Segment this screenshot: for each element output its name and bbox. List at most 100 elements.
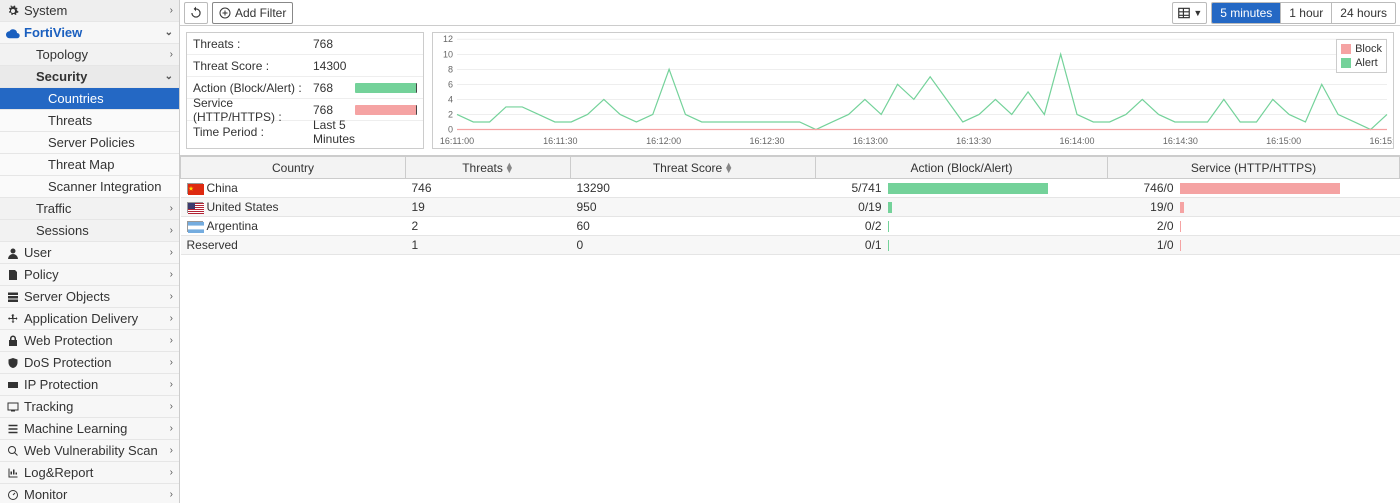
blank-icon: [30, 136, 44, 150]
nav-label: FortiView: [24, 25, 165, 40]
threats-cell: 1: [406, 236, 571, 255]
column-header[interactable]: Threat Score▲▼: [571, 157, 816, 179]
nav-item-web-protection[interactable]: Web Protection›: [0, 330, 179, 352]
chevron-right-icon: ›: [170, 467, 173, 478]
nav-item-system[interactable]: System›: [0, 0, 179, 22]
time-option-1-hour[interactable]: 1 hour: [1280, 3, 1331, 23]
table-row[interactable]: Reserved100/11/0: [181, 236, 1400, 255]
column-header[interactable]: Threats▲▼: [406, 157, 571, 179]
service-cell: 2/0: [1114, 219, 1394, 233]
nav-label: Scanner Integration: [48, 179, 173, 194]
nav-item-security[interactable]: Security⌄: [0, 66, 179, 88]
blank-icon: [30, 158, 44, 172]
nav-label: Threats: [48, 113, 173, 128]
cloud-icon: [6, 26, 20, 40]
policy-icon: [6, 268, 20, 282]
time-option-5-minutes[interactable]: 5 minutes: [1212, 3, 1280, 23]
svg-text:16:13:00: 16:13:00: [853, 136, 888, 146]
column-header[interactable]: Service (HTTP/HTTPS): [1108, 157, 1400, 179]
flag-icon-cn: [187, 183, 203, 194]
nav-item-threats[interactable]: Threats: [0, 110, 179, 132]
nav-item-server-objects[interactable]: Server Objects›: [0, 286, 179, 308]
add-filter-button[interactable]: Add Filter: [212, 2, 293, 24]
nav-item-traffic[interactable]: Traffic›: [0, 198, 179, 220]
sort-icon: ▲▼: [505, 163, 514, 173]
time-range-selector: 5 minutes1 hour24 hours: [1211, 2, 1396, 24]
table-row[interactable]: Argentina2600/22/0: [181, 217, 1400, 236]
summary-value: 768: [313, 81, 351, 95]
sort-icon: ▲▼: [724, 163, 733, 173]
nav-item-topology[interactable]: Topology›: [0, 44, 179, 66]
nav-label: Web Protection: [24, 333, 170, 348]
nav-label: Security: [36, 69, 165, 84]
column-label: Country: [272, 161, 314, 175]
nav-item-fortiview[interactable]: FortiView⌄: [0, 22, 179, 44]
nav-label: Log&Report: [24, 465, 170, 480]
nav-item-threat-map[interactable]: Threat Map: [0, 154, 179, 176]
svg-text:0: 0: [448, 124, 453, 134]
column-label: Service (HTTP/HTTPS): [1191, 161, 1316, 175]
country-name: Argentina: [207, 219, 258, 233]
refresh-button[interactable]: [184, 2, 208, 24]
nav-item-scanner-integration[interactable]: Scanner Integration: [0, 176, 179, 198]
nav-label: Topology: [36, 47, 170, 62]
legend-item: Block: [1341, 42, 1382, 56]
move-icon: [6, 312, 20, 326]
summary-line: Threat Score :14300: [187, 55, 423, 77]
nav-item-sessions[interactable]: Sessions›: [0, 220, 179, 242]
threats-cell: 2: [406, 217, 571, 236]
summary-bar: [355, 105, 417, 115]
chevron-right-icon: ›: [170, 49, 173, 60]
country-name: United States: [207, 200, 279, 214]
blank-icon: [18, 224, 32, 238]
nav-item-monitor[interactable]: Monitor›: [0, 484, 179, 503]
svg-text:16:13:30: 16:13:30: [956, 136, 991, 146]
blank-icon: [18, 48, 32, 62]
nav-item-user[interactable]: User›: [0, 242, 179, 264]
nav-item-web-vulnerability-scan[interactable]: Web Vulnerability Scan›: [0, 440, 179, 462]
nav-label: Sessions: [36, 223, 170, 238]
column-header[interactable]: Country: [181, 157, 406, 179]
nav-item-dos-protection[interactable]: DoS Protection›: [0, 352, 179, 374]
svg-text:4: 4: [448, 94, 453, 104]
chevron-right-icon: ›: [170, 335, 173, 346]
country-threat-table: CountryThreats▲▼Threat Score▲▼Action (Bl…: [180, 156, 1400, 503]
view-mode-button[interactable]: ▼: [1172, 2, 1207, 24]
nav-item-application-delivery[interactable]: Application Delivery›: [0, 308, 179, 330]
nav-label: Server Policies: [48, 135, 173, 150]
nav-label: Web Vulnerability Scan: [24, 443, 170, 458]
service-bar: [1180, 221, 1182, 232]
nav-item-machine-learning[interactable]: Machine Learning›: [0, 418, 179, 440]
svg-text:16:15:00: 16:15:00: [1266, 136, 1301, 146]
summary-line: Service (HTTP/HTTPS) :768: [187, 99, 423, 121]
table-row[interactable]: China746132905/741746/0: [181, 179, 1400, 198]
nav-item-server-policies[interactable]: Server Policies: [0, 132, 179, 154]
summary-value: 14300: [313, 59, 351, 73]
time-option-24-hours[interactable]: 24 hours: [1331, 3, 1395, 23]
legend-item: Alert: [1341, 56, 1382, 70]
action-cell: 0/1: [822, 238, 1102, 252]
column-header[interactable]: Action (Block/Alert): [816, 157, 1108, 179]
nav-item-log-report[interactable]: Log&Report›: [0, 462, 179, 484]
nav-label: System: [24, 3, 170, 18]
nav-item-policy[interactable]: Policy›: [0, 264, 179, 286]
nav-label: Tracking: [24, 399, 170, 414]
nav-label: Application Delivery: [24, 311, 170, 326]
plus-circle-icon: [219, 7, 231, 19]
nav-item-countries[interactable]: Countries: [0, 88, 179, 110]
svg-text:16:14:00: 16:14:00: [1060, 136, 1095, 146]
service-text: 746/0: [1114, 181, 1174, 195]
summary-key: Service (HTTP/HTTPS) :: [193, 96, 313, 124]
flag-icon-us: [187, 202, 203, 213]
chevron-right-icon: ›: [170, 225, 173, 236]
nav-item-tracking[interactable]: Tracking›: [0, 396, 179, 418]
user-icon: [6, 246, 20, 260]
nav-item-ip-protection[interactable]: IP Protection›: [0, 374, 179, 396]
chart-icon: [6, 466, 20, 480]
sidebar: System›FortiView⌄Topology›Security⌄Count…: [0, 0, 180, 503]
threat-timeline-chart[interactable]: 02468101216:11:0016:11:3016:12:0016:12:3…: [432, 32, 1394, 149]
column-label: Threats: [462, 161, 503, 175]
table-icon: [1177, 6, 1191, 20]
service-text: 1/0: [1114, 238, 1174, 252]
table-row[interactable]: United States199500/1919/0: [181, 198, 1400, 217]
